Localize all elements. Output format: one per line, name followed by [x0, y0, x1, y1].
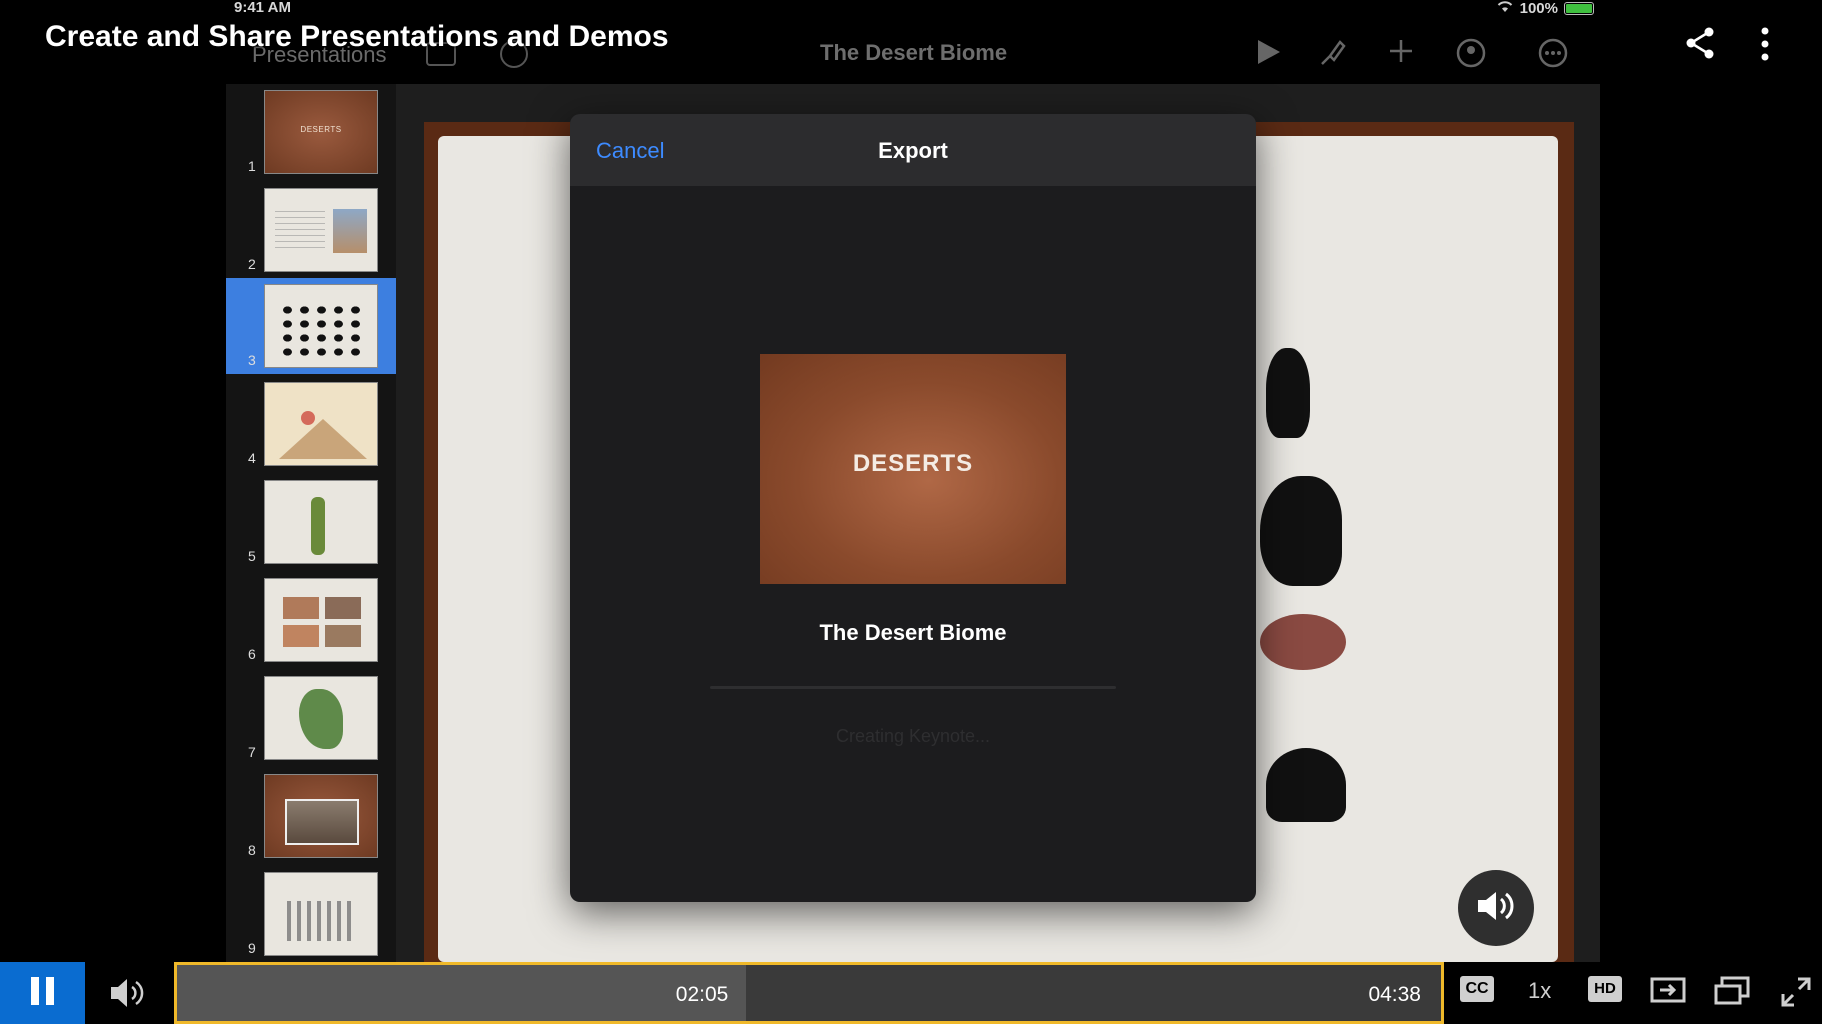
slide-thumbnail-2[interactable]: 2 — [226, 182, 396, 278]
share-icon[interactable] — [1684, 26, 1716, 65]
duration: 04:38 — [1368, 983, 1421, 1006]
battery-icon — [1564, 1, 1594, 15]
export-progress-bar — [710, 686, 1116, 689]
slide-thumbnail-7[interactable]: 7 — [226, 670, 396, 766]
wifi-icon — [1496, 0, 1514, 17]
video-title: Create and Share Presentations and Demos — [45, 20, 669, 53]
slide-thumbnail-8[interactable]: 8 — [226, 768, 396, 864]
slide-number: 5 — [248, 548, 256, 564]
more-options-icon[interactable] — [1538, 38, 1568, 75]
battery-percent: 100% — [1519, 0, 1558, 17]
play-slideshow-icon[interactable] — [1256, 38, 1282, 73]
dialog-title: Export — [878, 138, 948, 163]
collaborate-icon[interactable] — [1454, 38, 1488, 75]
export-document-name: The Desert Biome — [819, 620, 1007, 645]
slide-number: 6 — [248, 646, 256, 662]
dialog-header: Cancel Export — [570, 114, 1256, 186]
slide-thumbnail-4[interactable]: 4 — [226, 376, 396, 472]
slide-preview — [264, 872, 378, 956]
owl-silhouette — [1266, 348, 1310, 438]
current-time: 02:05 — [675, 983, 729, 1006]
slide-number: 2 — [248, 256, 256, 272]
slide-thumbnail-3[interactable]: 3 — [226, 278, 396, 374]
fullscreen-icon[interactable] — [1780, 976, 1812, 1013]
status-time: 9:41 AM — [234, 0, 291, 16]
status-right: 100% — [1496, 0, 1594, 17]
closed-captions-button[interactable]: CC — [1460, 976, 1494, 1002]
slide-number: 4 — [248, 450, 256, 466]
export-preview: DESERTS — [760, 354, 1066, 584]
animal-silhouette — [1260, 614, 1346, 670]
export-status: Creating Keynote... — [835, 726, 991, 746]
slide-thumbnail-6[interactable]: 6 — [226, 572, 396, 668]
slide-number: 9 — [248, 940, 256, 956]
preview-title: DESERTS — [852, 450, 974, 477]
volume-button[interactable] — [108, 976, 148, 1015]
slide-preview — [264, 284, 378, 368]
video-frame: 9:41 AM 100% Presentations The Desert Bi… — [0, 0, 1822, 962]
pause-icon — [29, 976, 57, 1011]
slide-preview — [264, 382, 378, 466]
slide-number: 7 — [248, 744, 256, 760]
player-controls: 02:05 04:38 CC 1x HD — [0, 962, 1822, 1024]
rabbit-silhouette — [1266, 748, 1346, 822]
playback-speed-button[interactable]: 1x — [1528, 978, 1551, 1004]
slide-number: 1 — [248, 158, 256, 174]
unmute-button[interactable] — [1458, 870, 1534, 946]
scrub-progress — [177, 965, 746, 1021]
slide-number: 3 — [248, 352, 256, 368]
slide-preview — [264, 774, 378, 858]
slide-preview — [264, 676, 378, 760]
slide-thumbnail-1[interactable]: DESERTS 1 — [226, 84, 396, 180]
slide-thumb-title: DESERTS — [300, 125, 342, 134]
export-dialog: Cancel Export DESERTS The Desert Biome C… — [570, 114, 1256, 902]
scrub-bar[interactable]: 02:05 04:38 — [174, 962, 1444, 1024]
document-title: The Desert Biome — [820, 40, 1008, 65]
kebab-menu-icon[interactable] — [1758, 26, 1772, 67]
mountain-lion-silhouette — [1260, 476, 1342, 586]
slide-preview — [264, 578, 378, 662]
picture-in-picture-icon[interactable] — [1714, 976, 1750, 1011]
pause-button[interactable] — [0, 962, 85, 1024]
slide-number: 8 — [248, 842, 256, 858]
theater-mode-icon[interactable] — [1650, 976, 1686, 1009]
speaker-icon — [1474, 888, 1518, 929]
slide-preview — [264, 480, 378, 564]
slide-thumbnail-9[interactable]: 9 — [226, 866, 396, 962]
add-icon[interactable] — [1388, 38, 1414, 71]
slide-preview — [264, 188, 378, 272]
quality-button[interactable]: HD — [1588, 976, 1622, 1002]
slide-thumbnail-5[interactable]: 5 — [226, 474, 396, 570]
slide-navigator: DESERTS 1 2 3 4 5 6 7 8 9 — [226, 84, 396, 962]
slide-preview: DESERTS — [264, 90, 378, 174]
format-brush-icon[interactable] — [1318, 38, 1348, 75]
